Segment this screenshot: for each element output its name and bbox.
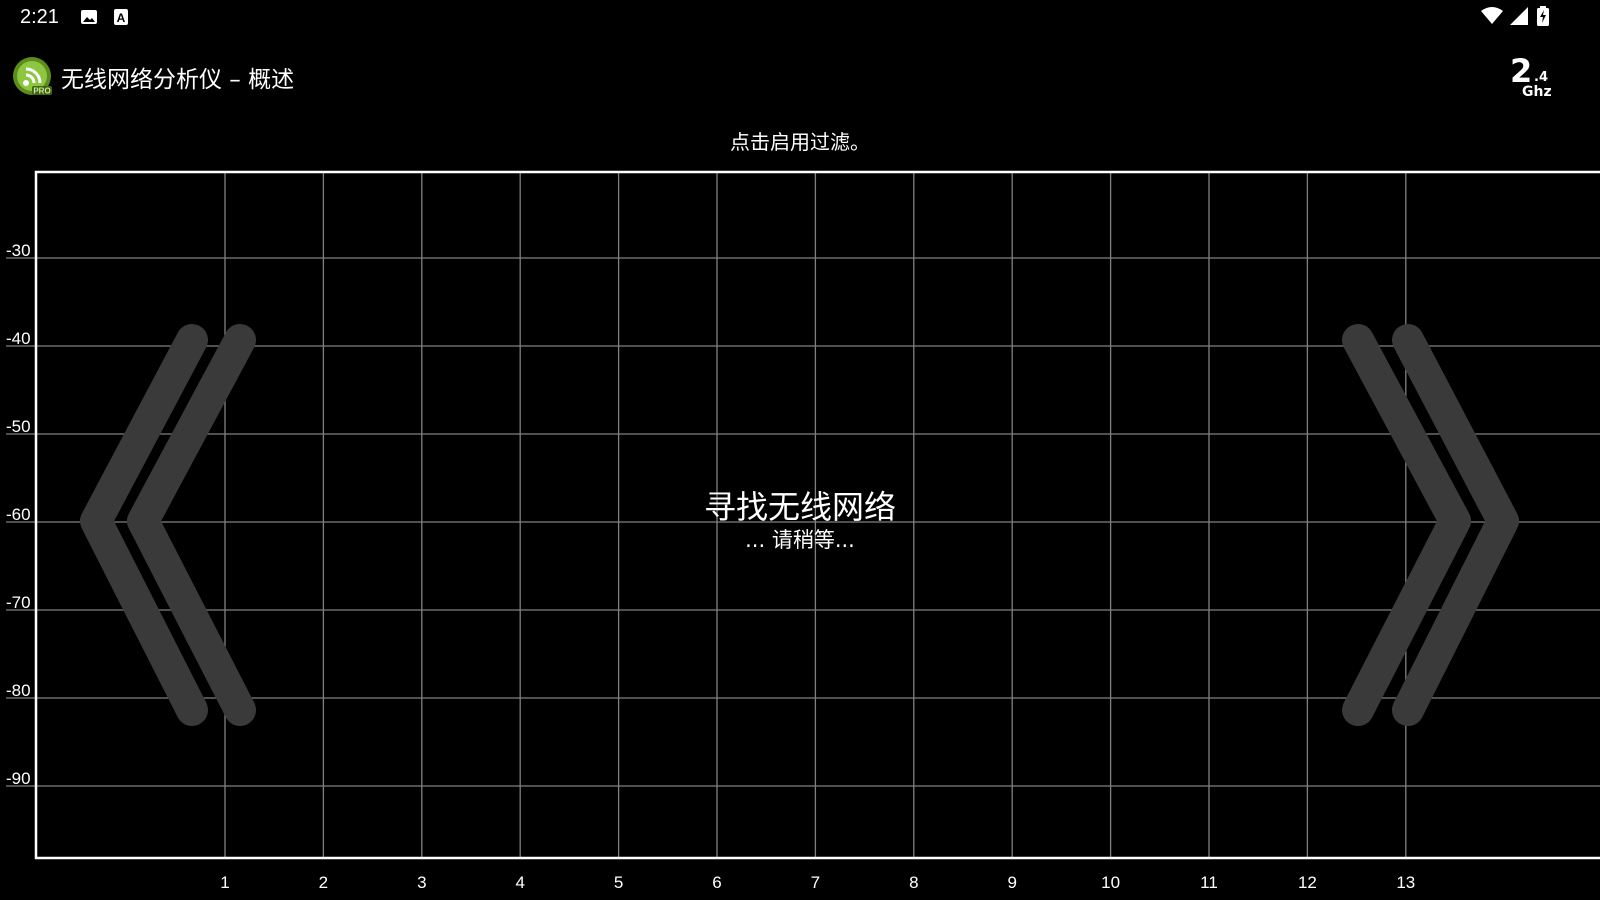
band-main-label: 2 <box>1510 52 1533 90</box>
status-bar: 2:21 A <box>0 0 1600 36</box>
x-tick-label: 9 <box>1007 873 1016 892</box>
x-tick-label: 3 <box>417 873 426 892</box>
svg-text:PRO: PRO <box>33 87 50 96</box>
x-tick-label: 1 <box>220 873 229 892</box>
x-tick-label: 10 <box>1101 873 1120 892</box>
keyboard-a-icon: A <box>114 9 128 25</box>
x-tick-label: 4 <box>515 873 524 892</box>
band-fraction-label: .4 <box>1534 70 1548 85</box>
image-icon <box>81 10 97 24</box>
svg-text:A: A <box>117 11 126 25</box>
x-tick-label: 12 <box>1298 873 1317 892</box>
wifi-icon <box>1481 7 1503 24</box>
y-tick-label: -40 <box>6 329 31 348</box>
scan-status-title: 寻找无线网络 <box>703 488 896 526</box>
y-tick-label: -30 <box>6 241 31 260</box>
band-toggle-button[interactable]: 2 .4 Ghz <box>1510 54 1570 100</box>
battery-charging-icon <box>1537 6 1549 26</box>
y-tick-label: -80 <box>6 681 31 700</box>
x-tick-label: 6 <box>712 873 721 892</box>
wifi-analyzer-pro-logo: PRO <box>13 57 52 96</box>
x-tick-label: 2 <box>319 873 328 892</box>
x-tick-label: 11 <box>1200 873 1218 892</box>
y-tick-label: -70 <box>6 593 31 612</box>
y-tick-label: -50 <box>6 417 31 436</box>
x-tick-label: 13 <box>1396 873 1415 892</box>
x-tick-label: 8 <box>909 873 918 892</box>
app-title: 无线网络分析仪 – 概述 <box>61 67 295 93</box>
scan-status-subtitle: ... 请稍等... <box>745 528 855 552</box>
status-time: 2:21 <box>20 6 59 28</box>
band-unit-label: Ghz <box>1522 84 1552 100</box>
x-tick-label: 7 <box>811 873 820 892</box>
y-tick-label: -90 <box>6 769 31 788</box>
app-bar: PRO 无线网络分析仪 – 概述 2 .4 Ghz <box>0 48 1600 104</box>
cell-signal-icon <box>1510 7 1528 25</box>
x-tick-label: 5 <box>614 873 623 892</box>
filter-hint-button[interactable]: 点击启用过滤。 <box>0 126 1600 155</box>
